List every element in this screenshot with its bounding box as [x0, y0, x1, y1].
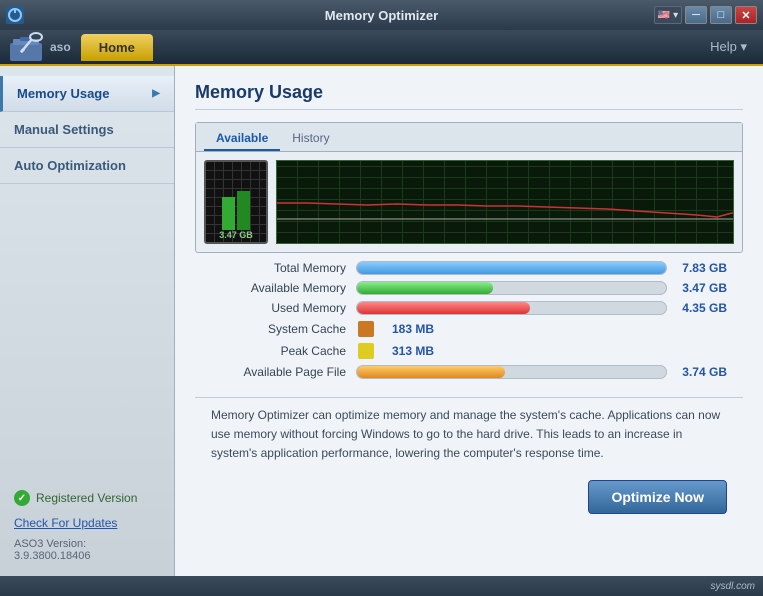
menu-tabs: Home [81, 34, 153, 61]
sidebar-spacer [0, 184, 174, 474]
stats-section: Total Memory 7.83 GB Available Memory 3.… [195, 253, 743, 393]
stat-row-pagefile: Available Page File 3.74 GB [211, 365, 727, 379]
sidebar-arrow-icon: ▶ [152, 88, 160, 99]
home-tab[interactable]: Home [81, 34, 153, 61]
title-bar-controls: 🇺🇸 ▾ ─ □ ✕ [654, 6, 757, 24]
sidebar: Memory Usage ▶ Manual Settings Auto Opti… [0, 66, 175, 576]
chart-area: 3.47 GB [196, 152, 742, 252]
chart-tabs: Available History [196, 123, 742, 152]
tab-history[interactable]: History [280, 127, 341, 151]
stat-bar-total [356, 261, 667, 275]
minimize-button[interactable]: ─ [685, 6, 707, 24]
stat-label-total: Total Memory [211, 261, 356, 275]
app-title: Memory Optimizer [0, 8, 763, 23]
content-area: Memory Usage Available History 3.47 GB [175, 66, 763, 576]
stat-label-available: Available Memory [211, 281, 356, 295]
stat-row-available: Available Memory 3.47 GB [211, 281, 727, 295]
sidebar-item-auto-optimization[interactable]: Auto Optimization [0, 148, 174, 184]
app-logo: aso [8, 29, 71, 65]
stat-row-peakcache: Peak Cache 313 MB [211, 343, 727, 359]
status-bar: sysdl.com [0, 576, 763, 596]
gauge-label: 3.47 GB [219, 230, 253, 242]
sidebar-bottom: ✓ Registered Version Check For Updates A… [0, 474, 174, 576]
title-bar: Memory Optimizer 🇺🇸 ▾ ─ □ ✕ [0, 0, 763, 30]
menu-bar: aso Home Help ▾ [0, 30, 763, 66]
sidebar-item-manual-settings-label: Manual Settings [14, 122, 114, 137]
optimize-row: Optimize Now [195, 472, 743, 522]
system-cache-indicator [358, 321, 374, 337]
stat-value-used: 4.35 GB [667, 301, 727, 315]
stat-row-syscache: System Cache 183 MB [211, 321, 727, 337]
peak-cache-indicator [358, 343, 374, 359]
title-bar-left [6, 6, 24, 24]
stat-bar-fill-used [357, 302, 530, 314]
check-updates-link[interactable]: Check For Updates [14, 512, 160, 534]
tab-available[interactable]: Available [204, 127, 280, 151]
stat-value-peakcache: 313 MB [374, 344, 434, 358]
stat-label-syscache: System Cache [211, 322, 356, 336]
sidebar-item-manual-settings[interactable]: Manual Settings [0, 112, 174, 148]
stat-bar-fill-pagefile [357, 366, 505, 378]
content-title: Memory Usage [195, 82, 743, 110]
stat-bar-pagefile [356, 365, 667, 379]
gauge-box: 3.47 GB [204, 160, 268, 244]
sidebar-item-memory-usage-label: Memory Usage [17, 86, 109, 101]
stat-bar-fill-available [357, 282, 493, 294]
logo-text: aso [50, 40, 71, 54]
stat-row-used: Used Memory 4.35 GB [211, 301, 727, 315]
check-icon: ✓ [14, 490, 30, 506]
stat-bar-available [356, 281, 667, 295]
version-text: ASO3 Version: 3.9.3800.18406 [14, 534, 160, 566]
history-chart [276, 160, 734, 244]
chart-section: Available History 3.47 GB [195, 122, 743, 253]
sidebar-item-memory-usage[interactable]: Memory Usage ▶ [0, 76, 174, 112]
flag-button[interactable]: 🇺🇸 ▾ [654, 6, 682, 24]
stat-label-pagefile: Available Page File [211, 365, 356, 379]
description-text: Memory Optimizer can optimize memory and… [195, 397, 743, 472]
stat-value-pagefile: 3.74 GB [667, 365, 727, 379]
optimize-button[interactable]: Optimize Now [588, 480, 727, 514]
logo-icon [8, 29, 44, 65]
sidebar-item-auto-optimization-label: Auto Optimization [14, 158, 126, 173]
stat-label-used: Used Memory [211, 301, 356, 315]
stat-row-total: Total Memory 7.83 GB [211, 261, 727, 275]
main-container: Memory Usage ▶ Manual Settings Auto Opti… [0, 66, 763, 576]
stat-value-total: 7.83 GB [667, 261, 727, 275]
maximize-button[interactable]: □ [710, 6, 732, 24]
watermark-text: sysdl.com [711, 581, 755, 592]
stat-label-peakcache: Peak Cache [211, 344, 356, 358]
registered-label: Registered Version [36, 491, 137, 505]
app-icon [6, 6, 24, 24]
stat-value-syscache: 183 MB [374, 322, 434, 336]
help-button[interactable]: Help ▾ [702, 35, 755, 59]
stat-value-available: 3.47 GB [667, 281, 727, 295]
chart-lines [277, 161, 733, 243]
stat-bar-fill-total [357, 262, 666, 274]
stat-bar-used [356, 301, 667, 315]
registered-status: ✓ Registered Version [14, 484, 160, 512]
close-button[interactable]: ✕ [735, 6, 757, 24]
